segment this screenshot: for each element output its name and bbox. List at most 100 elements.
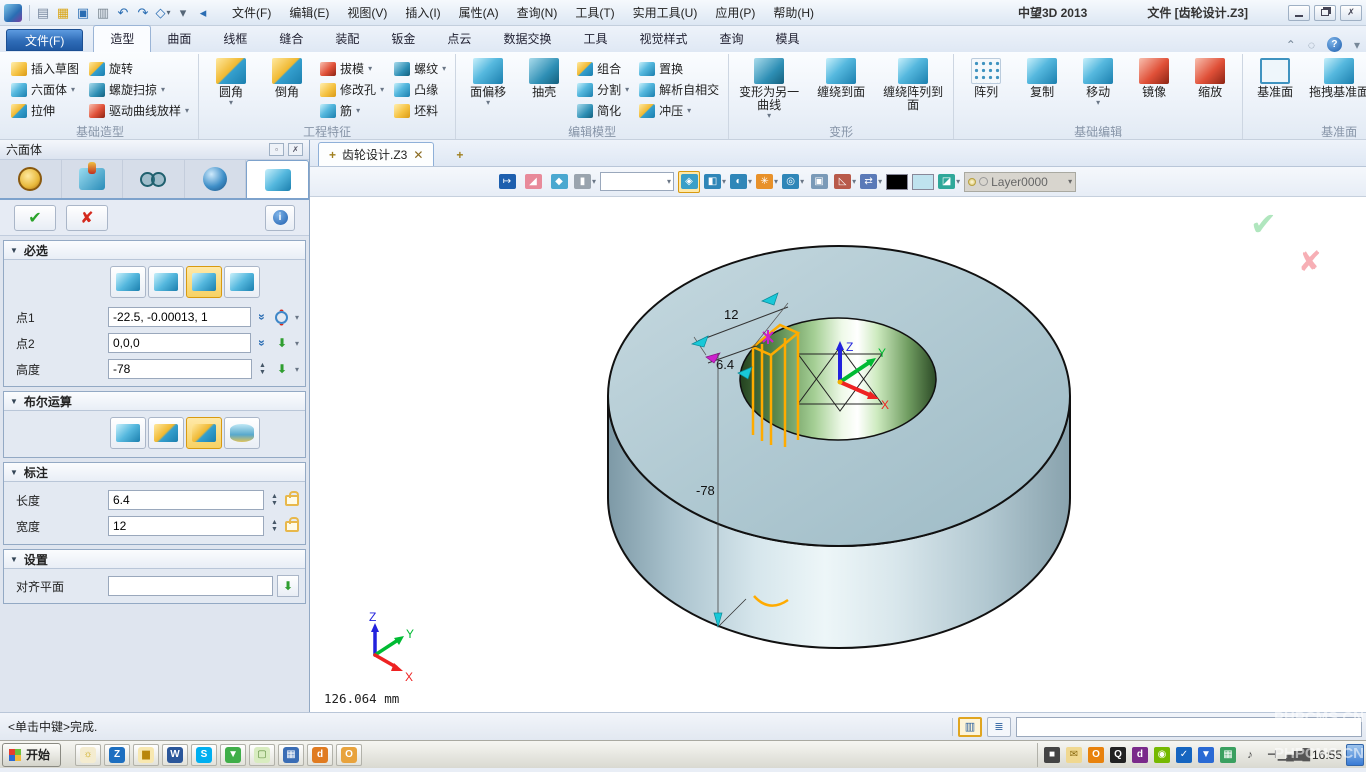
search-icon[interactable]: ◌ (1308, 38, 1315, 52)
thunder-tray-icon[interactable]: ✓ (1176, 747, 1192, 763)
length-spinner[interactable]: ▲▼ (268, 490, 281, 510)
toolbar-panel-toggle-icon[interactable]: ▥ (958, 717, 982, 737)
redo-icon[interactable]: ↷ (133, 3, 153, 23)
screenshot-tool-icon[interactable]: ☼ (75, 744, 101, 766)
apply-value-icon[interactable]: ⬇ (277, 575, 299, 597)
help-icon[interactable]: ? (1327, 37, 1342, 52)
feiq-icon[interactable]: d (307, 744, 333, 766)
ok-button[interactable]: ✔ (14, 205, 56, 231)
document-tab[interactable]: + 齿轮设计.Z3 ✕ (318, 142, 434, 166)
menu-属性(A)[interactable]: 属性(A) (450, 0, 508, 25)
outlook-tray-icon[interactable]: O (1088, 747, 1104, 763)
outlook-icon[interactable]: O (336, 744, 362, 766)
ribbon-item-revolve[interactable]: 旋转 (86, 58, 192, 79)
start-button[interactable]: 开始 (2, 743, 61, 767)
panel-minimize-icon[interactable]: ▫ (269, 143, 284, 156)
collapse-triangle-icon[interactable]: ▼ (10, 246, 18, 255)
word-icon[interactable]: W (162, 744, 188, 766)
calculator-icon[interactable]: ▦ (278, 744, 304, 766)
zoom-icon[interactable]: ◎▾ (782, 171, 804, 193)
tab-工具[interactable]: 工具 (567, 26, 623, 52)
menu-编辑(E)[interactable]: 编辑(E) (280, 0, 338, 25)
feiq-tray-icon[interactable]: d (1132, 747, 1148, 763)
zw3d-taskbar-icon[interactable]: Z (104, 744, 130, 766)
lock-icon[interactable] (285, 495, 299, 506)
visualize-tab[interactable] (123, 160, 185, 198)
section-view-icon[interactable]: ◺▾ (834, 171, 856, 193)
menu-帮助(H)[interactable]: 帮助(H) (764, 0, 823, 25)
filter-icon[interactable]: ▮▾ (574, 171, 596, 193)
blank-part-icon[interactable]: ◆ (548, 171, 570, 193)
box-type-corner-point[interactable] (110, 266, 146, 298)
minimize-button[interactable] (1288, 5, 1310, 21)
point2-input[interactable] (108, 333, 251, 353)
boolean-op-intersect[interactable] (224, 417, 260, 449)
box-type-center-height[interactable] (224, 266, 260, 298)
ribbon-item-combine[interactable]: 组合 (574, 58, 632, 79)
menu-实用工具(U)[interactable]: 实用工具(U) (624, 0, 707, 25)
entity-filter-combo[interactable]: ▾ (600, 172, 674, 191)
volume-tray-icon[interactable]: ♪ (1242, 747, 1258, 763)
layer-color-icon[interactable] (979, 177, 988, 186)
fit-window-icon[interactable]: ▣ (808, 171, 830, 193)
ribbon-item-rib[interactable]: 筋▾ (317, 100, 387, 121)
recorder-tray-icon[interactable]: ■ (1044, 747, 1060, 763)
boolean-op-remove[interactable] (186, 417, 222, 449)
collapse-left-icon[interactable]: ◂ (193, 3, 213, 23)
eraser-icon[interactable]: ◢ (522, 171, 544, 193)
ribbon-item-stock[interactable]: 坯料 (391, 100, 449, 121)
lock-icon[interactable] (285, 521, 299, 532)
network-tray-icon[interactable]: ▁▄▆█ (1286, 747, 1302, 763)
ribbon-item-morph-to-curve[interactable]: 变形为另一曲线▾ (735, 56, 803, 123)
history-tab[interactable] (0, 160, 62, 198)
link-manager-icon[interactable]: ⇄▾ (860, 171, 882, 193)
menu-工具(T)[interactable]: 工具(T) (566, 0, 623, 25)
face-color-swatch[interactable] (912, 174, 934, 190)
rotate-gizmo-icon[interactable]: ◇▾ (153, 3, 173, 23)
ribbon-item-face-offset[interactable]: 面偏移▾ (462, 56, 514, 110)
cancel-button[interactable]: ✘ (66, 205, 108, 231)
skype-icon[interactable]: S (191, 744, 217, 766)
width-input[interactable] (108, 516, 264, 536)
expand-chevron-icon[interactable]: » (255, 310, 269, 324)
print-icon[interactable]: ▥ (93, 3, 113, 23)
menu-查询(N)[interactable]: 查询(N) (508, 0, 567, 25)
open-icon[interactable]: ▦ (53, 3, 73, 23)
wireframe-display-icon[interactable]: ✳▾ (756, 171, 778, 193)
tab-缝合[interactable]: 缝合 (263, 26, 319, 52)
ribbon-item-datum-plane[interactable]: 基准面 (1249, 56, 1301, 101)
align-plane-icon[interactable]: ◈ (678, 171, 700, 193)
apply-value-icon[interactable]: ⬇ (273, 334, 291, 352)
point1-dropdown-icon[interactable]: ▾ (295, 313, 299, 322)
shaded-display-icon[interactable]: ◐▾ (730, 171, 752, 193)
layer-visibility-icon[interactable] (968, 178, 976, 186)
boolean-op-add[interactable] (148, 417, 184, 449)
expand-chevron-icon[interactable]: » (255, 336, 269, 350)
ribbon-item-extrude[interactable]: 拉伸 (8, 100, 82, 121)
box-type-center-point[interactable] (148, 266, 184, 298)
apply-value-icon[interactable]: ⬇ (273, 360, 291, 378)
boolean-op-base[interactable] (110, 417, 146, 449)
ribbon-item-punch[interactable]: 冲压▾ (636, 100, 722, 121)
shield-tray-icon[interactable]: ▼ (1198, 747, 1214, 763)
tab-视觉样式[interactable]: 视觉样式 (623, 26, 703, 52)
width-spinner[interactable]: ▲▼ (268, 516, 281, 536)
close-button[interactable]: ✗ (1340, 5, 1362, 21)
tab-查询[interactable]: 查询 (703, 26, 759, 52)
save-icon[interactable]: ▣ (73, 3, 93, 23)
qq-tray-icon[interactable]: Q (1110, 747, 1126, 763)
point-pick-icon[interactable] (273, 308, 291, 326)
box-type-corner-height[interactable] (186, 266, 222, 298)
menu-文件(F)[interactable]: 文件(F) (223, 0, 280, 25)
layer-combo[interactable]: Layer0000▾ (964, 172, 1076, 192)
undo-icon[interactable]: ↶ (113, 3, 133, 23)
tab-模具[interactable]: 模具 (760, 26, 816, 52)
show-desktop-button[interactable] (1346, 744, 1364, 766)
tab-线框[interactable]: 线框 (207, 26, 263, 52)
ribbon-item-resolve-self-intersection[interactable]: 解析自相交 (636, 79, 722, 100)
folder-icon[interactable]: ▆ (133, 744, 159, 766)
collapse-ribbon-icon[interactable]: ⌃ (1286, 38, 1296, 52)
render-tab[interactable] (185, 160, 247, 198)
length-input[interactable] (108, 490, 264, 510)
manipulator-tab[interactable] (62, 160, 124, 198)
